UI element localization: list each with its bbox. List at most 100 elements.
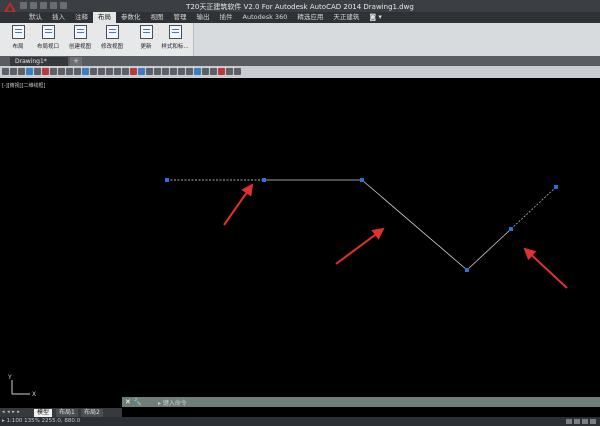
grip-point[interactable] <box>509 227 513 231</box>
ribbon-tab-10[interactable]: 精选应用 <box>292 12 328 23</box>
toolbar-tool-icon[interactable] <box>2 68 9 75</box>
line-segment-3[interactable] <box>466 228 512 271</box>
status-toggle-icon[interactable] <box>566 419 572 424</box>
toolbar-tool-icon[interactable] <box>90 68 97 75</box>
ucs-y-label: Y <box>7 374 12 381</box>
ribbon-tab-3[interactable]: 布局 <box>93 12 116 23</box>
ribbon-button-0[interactable]: 布局 <box>4 25 32 55</box>
ribbon-tabs-bar: 默认 插入 注释 布局 参数化 视图 管理 输出 插件 Autodesk 360 精选应用 天正建筑 ◙… <box>0 12 600 23</box>
command-line-controls[interactable]: ✕ 🔧 <box>125 398 142 406</box>
toolbar-tool-icon[interactable] <box>34 68 41 75</box>
toolbar-tool-icon[interactable] <box>42 68 49 75</box>
document-tabs-bar: Drawing1* + <box>0 56 600 66</box>
toolbar-tool-icon[interactable] <box>98 68 105 75</box>
window-title: T20天正建筑软件 V2.0 For Autodesk AutoCAD 2014… <box>186 3 414 11</box>
title-bar: T20天正建筑软件 V2.0 For Autodesk AutoCAD 2014… <box>0 0 600 12</box>
ribbon-tab-2[interactable]: 注释 <box>70 12 93 23</box>
document-tab-drawing1[interactable]: Drawing1* <box>10 57 68 66</box>
ribbon-tab-6[interactable]: 管理 <box>169 12 192 23</box>
ribbon-tab-1[interactable]: 插入 <box>47 12 70 23</box>
ribbon-tab-7[interactable]: 输出 <box>192 12 215 23</box>
annotation-arrow-1 <box>223 183 254 226</box>
annotation-arrow-3 <box>523 247 568 289</box>
toolbar-tool-icon[interactable] <box>106 68 113 75</box>
toolbar-tool-icon[interactable] <box>210 68 217 75</box>
toolbar-tool-icon[interactable] <box>146 68 153 75</box>
toolbar-tool-icon[interactable] <box>226 68 233 75</box>
ribbon-minimize-button[interactable]: ◙ ▾ <box>364 12 387 23</box>
ribbon-tab-0[interactable]: 默认 <box>24 12 47 23</box>
toolbar-tool-icon[interactable] <box>58 68 65 75</box>
status-coordinates[interactable]: ▸ 1:100 135% 2255.0, 880.0 <box>2 418 80 424</box>
layout-nav-arrows[interactable]: ◂ ◂ ▸ ▸ <box>2 409 20 415</box>
command-line[interactable]: ✕ 🔧 ▸ 键入命令 <box>122 397 600 407</box>
toolbar-tool-icon[interactable] <box>122 68 129 75</box>
toolbar-tool-icon[interactable] <box>162 68 169 75</box>
tab-model[interactable]: 模型 <box>34 409 53 417</box>
toolbar-tool-icon[interactable] <box>10 68 17 75</box>
ribbon-tabs: 默认 插入 注释 布局 参数化 视图 管理 输出 插件 Autodesk 360 精选应用 天正建筑 ◙… <box>24 12 387 23</box>
toolbar-tool-icon[interactable] <box>82 68 89 75</box>
ribbon-panel-area: 布局 布局视口 创建视图 修改视图 更新 样式和标... <box>0 23 600 56</box>
ribbon-button-1[interactable]: 布局视口 <box>34 25 62 55</box>
layout-tabs-bar: ◂ ◂ ▸ ▸ 模型 布局1 布局2 <box>0 408 122 417</box>
tab-layout1[interactable]: 布局1 <box>56 409 78 417</box>
ribbon-button-2[interactable]: 创建视图 <box>66 25 94 55</box>
toolbar-tool-icon[interactable] <box>50 68 57 75</box>
status-toggle-icon[interactable] <box>574 419 580 424</box>
status-toggle-icon[interactable] <box>582 419 588 424</box>
layout-panel: 布局 布局视口 创建视图 修改视图 更新 样式和标... <box>0 23 194 56</box>
toolbar-tool-icon[interactable] <box>130 68 137 75</box>
grip-point[interactable] <box>262 178 266 182</box>
status-toggle-icon[interactable] <box>590 419 596 424</box>
toolbar-tool-icon[interactable] <box>186 68 193 75</box>
tool-strip <box>0 66 600 78</box>
ribbon-button-label: 布局 <box>12 44 24 50</box>
toolbar-tool-icon[interactable] <box>138 68 145 75</box>
ribbon-button-5[interactable]: 样式和标... <box>158 25 192 55</box>
toolbar-tool-icon[interactable] <box>170 68 177 75</box>
ribbon-button-label: 布局视口 <box>36 44 59 50</box>
layout-icon <box>11 25 25 39</box>
tool-strip-icons <box>2 68 241 75</box>
ribbon-tab-4[interactable]: 参数化 <box>116 12 146 23</box>
toolbar-tool-icon[interactable] <box>26 68 33 75</box>
toolbar-tool-icon[interactable] <box>218 68 225 75</box>
ribbon-tab-11[interactable]: 天正建筑 <box>328 12 364 23</box>
toolbar-tool-icon[interactable] <box>74 68 81 75</box>
toolbar-tool-icon[interactable] <box>178 68 185 75</box>
dashed-line-segment-2[interactable] <box>510 186 557 230</box>
ribbon-button-label: 样式和标... <box>161 44 189 50</box>
toolbar-tool-icon[interactable] <box>234 68 241 75</box>
command-input[interactable]: ▸ 键入命令 <box>158 398 187 407</box>
ribbon-button-4[interactable]: 更新 <box>132 25 160 55</box>
ribbon-tab-8[interactable]: 插件 <box>215 12 238 23</box>
toolbar-tool-icon[interactable] <box>66 68 73 75</box>
update-icon <box>139 25 153 39</box>
status-bar: ▸ 1:100 135% 2255.0, 880.0 <box>0 417 600 426</box>
toolbar-tool-icon[interactable] <box>202 68 209 75</box>
create-view-icon <box>73 25 87 39</box>
line-segment-2[interactable] <box>361 179 468 271</box>
ribbon-tab-9[interactable]: Autodesk 360 <box>238 12 293 23</box>
toolbar-tool-icon[interactable] <box>154 68 161 75</box>
toolbar-tool-icon[interactable] <box>18 68 25 75</box>
toolbar-tool-icon[interactable] <box>194 68 201 75</box>
toolbar-tool-icon[interactable] <box>114 68 121 75</box>
grip-point[interactable] <box>360 178 364 182</box>
ribbon-button-label: 创建视图 <box>68 44 91 50</box>
ribbon-tab-5[interactable]: 视图 <box>146 12 169 23</box>
ucs-x-label: X <box>32 391 36 398</box>
new-tab-button[interactable]: + <box>70 57 82 66</box>
annotation-arrow-2 <box>335 227 385 265</box>
grip-point[interactable] <box>465 268 469 272</box>
grip-point[interactable] <box>554 185 558 189</box>
status-icons <box>566 419 596 424</box>
drawing-geometry[interactable]: Y X <box>0 78 600 408</box>
drawing-canvas[interactable]: [-][俯视][二维线框] Y X <box>0 78 600 408</box>
styles-icon <box>168 25 182 39</box>
layout-viewport-icon <box>41 25 55 39</box>
tab-layout2[interactable]: 布局2 <box>81 409 103 417</box>
ribbon-button-3[interactable]: 修改视图 <box>98 25 126 55</box>
grip-point[interactable] <box>165 178 169 182</box>
